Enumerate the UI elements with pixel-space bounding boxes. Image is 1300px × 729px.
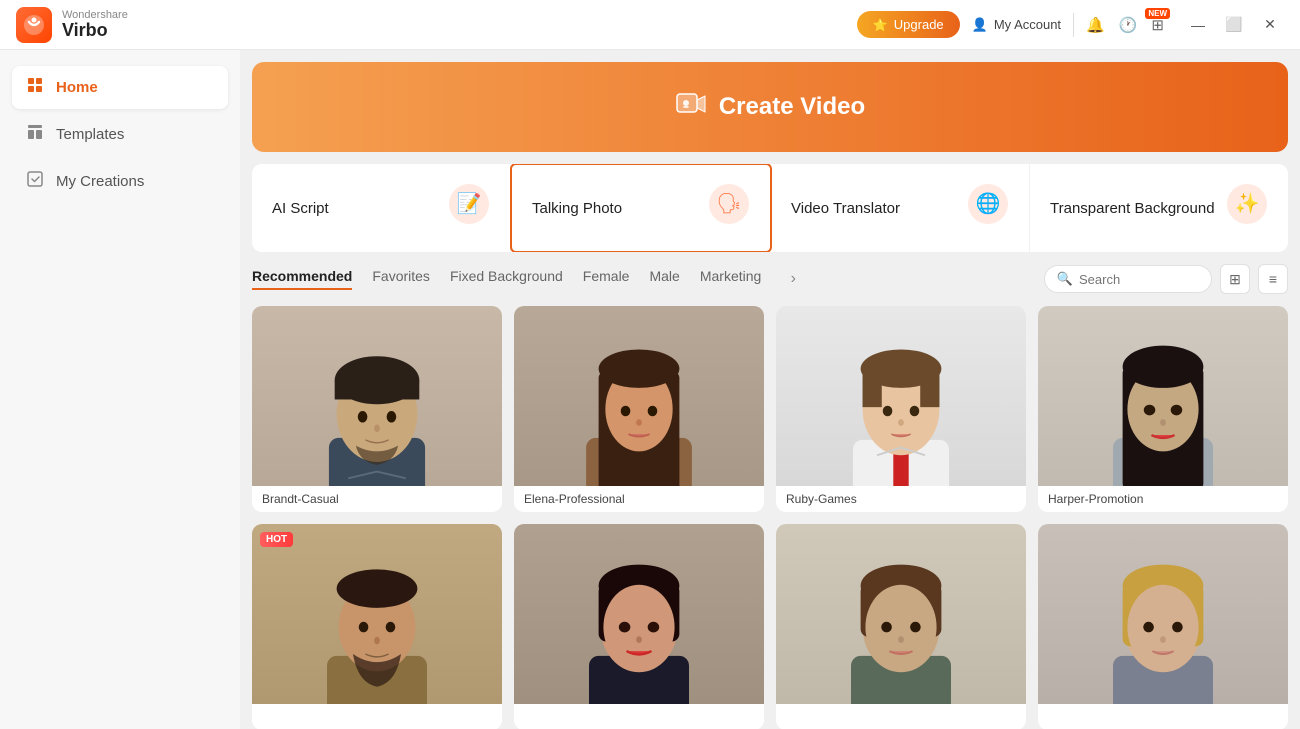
avatar-card-ruby[interactable]: Ruby-Games — [776, 306, 1026, 512]
search-box[interactable]: 🔍 — [1044, 265, 1212, 293]
app-name: Virbo — [62, 21, 128, 41]
sidebar-item-templates[interactable]: Templates — [12, 113, 228, 156]
avatar-image-brandt — [252, 306, 502, 486]
templates-icon — [26, 123, 44, 146]
minimize-button[interactable]: — — [1184, 11, 1212, 39]
avatar-image-harper — [1038, 306, 1288, 486]
view-toggle-grid-button[interactable]: ⊞ — [1220, 264, 1250, 294]
avatar-card-6[interactable] — [514, 524, 764, 729]
window-controls: — ⬜ ✕ — [1184, 11, 1284, 39]
hot-badge: HOT — [260, 532, 293, 547]
filter-tab-female[interactable]: Female — [583, 268, 630, 290]
main-content: Create Video AI Script 📝 Talking Photo — [240, 50, 1300, 729]
filter-tab-fixed-background[interactable]: Fixed Background — [450, 268, 563, 290]
avatar-card-brandt[interactable]: Brandt-Casual — [252, 306, 502, 512]
feature-cards: AI Script 📝 Talking Photo 🗣 — [252, 164, 1288, 252]
avatar-image-6 — [514, 524, 764, 704]
avatar-image-elena — [514, 306, 764, 486]
transparent-bg-icon: ✨ — [1226, 183, 1268, 233]
avatar-card-elena[interactable]: Elena-Professional — [514, 306, 764, 512]
logo: Wondershare Virbo — [16, 7, 128, 43]
grid-icon[interactable]: ⊞ NEW — [1151, 16, 1164, 34]
ai-script-icon: 📝 — [448, 183, 490, 233]
svg-text:📝: 📝 — [457, 191, 482, 215]
titlebar-right: ⭐ Upgrade 👤 My Account 🔔 🕐 ⊞ NEW — ⬜ ✕ — [857, 11, 1284, 39]
avatar-card-5[interactable]: HOT — [252, 524, 502, 729]
avatar-image-8 — [1038, 524, 1288, 704]
create-video-banner[interactable]: Create Video — [252, 62, 1288, 152]
brand-name: Wondershare — [62, 9, 128, 21]
titlebar: Wondershare Virbo ⭐ Upgrade 👤 My Account… — [0, 0, 1300, 50]
my-creations-icon — [26, 170, 44, 193]
new-badge: NEW — [1145, 8, 1170, 19]
tabs-next-arrow[interactable]: › — [781, 267, 805, 291]
avatar-name-ruby: Ruby-Games — [776, 486, 1026, 512]
sidebar-item-my-creations[interactable]: My Creations — [12, 160, 228, 203]
avatar-name-brandt: Brandt-Casual — [252, 486, 502, 512]
create-video-icon — [675, 88, 707, 127]
feature-card-ai-script[interactable]: AI Script 📝 — [252, 164, 511, 252]
upgrade-star-icon: ⭐ — [873, 18, 888, 32]
avatar-name-8 — [1038, 704, 1288, 729]
logo-text: Wondershare Virbo — [62, 9, 128, 41]
svg-text:🌐: 🌐 — [976, 191, 1001, 215]
account-icon: 👤 — [972, 17, 988, 33]
create-video-label: Create Video — [719, 93, 865, 121]
separator — [1073, 13, 1074, 37]
filter-tab-marketing[interactable]: Marketing — [700, 268, 761, 290]
filter-tab-favorites[interactable]: Favorites — [372, 268, 430, 290]
filter-tabs-right: 🔍 ⊞ ≡ — [1044, 264, 1288, 294]
avatar-card-harper[interactable]: Harper-Promotion — [1038, 306, 1288, 512]
filter-tabs: Recommended Favorites Fixed Background F… — [240, 264, 1300, 294]
feature-card-talking-photo[interactable]: Talking Photo 🗣 — [510, 164, 772, 252]
avatar-grid: Brandt-Casual — [240, 306, 1300, 729]
maximize-button[interactable]: ⬜ — [1220, 11, 1248, 39]
avatar-image-5: HOT — [252, 524, 502, 704]
sidebar-item-home-label: Home — [56, 79, 98, 96]
svg-text:✨: ✨ — [1235, 192, 1260, 215]
logo-icon — [16, 7, 52, 43]
close-button[interactable]: ✕ — [1256, 11, 1284, 39]
avatar-name-elena: Elena-Professional — [514, 486, 764, 512]
home-icon — [26, 76, 44, 99]
titlebar-icons: 🔔 🕐 ⊞ NEW — [1086, 16, 1164, 34]
my-account-button[interactable]: 👤 My Account — [972, 17, 1061, 33]
upgrade-button[interactable]: ⭐ Upgrade — [857, 11, 960, 38]
avatar-name-5 — [252, 704, 502, 729]
video-translator-icon: 🌐 — [967, 183, 1009, 233]
filter-tab-recommended[interactable]: Recommended — [252, 268, 352, 290]
app-body: Home Templates My Creations — [0, 50, 1300, 729]
notification-icon[interactable]: 🔔 — [1086, 16, 1105, 34]
sidebar: Home Templates My Creations — [0, 50, 240, 729]
banner-content: Create Video — [675, 88, 865, 127]
sidebar-item-my-creations-label: My Creations — [56, 173, 144, 190]
feature-card-video-translator[interactable]: Video Translator 🌐 — [771, 164, 1030, 252]
avatar-image-7 — [776, 524, 1026, 704]
sidebar-item-home[interactable]: Home — [12, 66, 228, 109]
view-toggle-list-button[interactable]: ≡ — [1258, 264, 1288, 294]
svg-text:🗣: 🗣 — [716, 193, 741, 215]
filter-tab-male[interactable]: Male — [649, 268, 679, 290]
feature-card-transparent-bg[interactable]: Transparent Background ✨ — [1030, 164, 1288, 252]
avatar-image-ruby — [776, 306, 1026, 486]
sidebar-item-templates-label: Templates — [56, 126, 124, 143]
avatar-name-7 — [776, 704, 1026, 729]
avatar-card-7[interactable] — [776, 524, 1026, 729]
search-input[interactable] — [1079, 272, 1199, 287]
search-icon: 🔍 — [1057, 271, 1073, 287]
history-icon[interactable]: 🕐 — [1119, 16, 1138, 34]
talking-photo-icon: 🗣 — [708, 183, 750, 233]
avatar-name-harper: Harper-Promotion — [1038, 486, 1288, 512]
avatar-card-8[interactable] — [1038, 524, 1288, 729]
avatar-name-6 — [514, 704, 764, 729]
